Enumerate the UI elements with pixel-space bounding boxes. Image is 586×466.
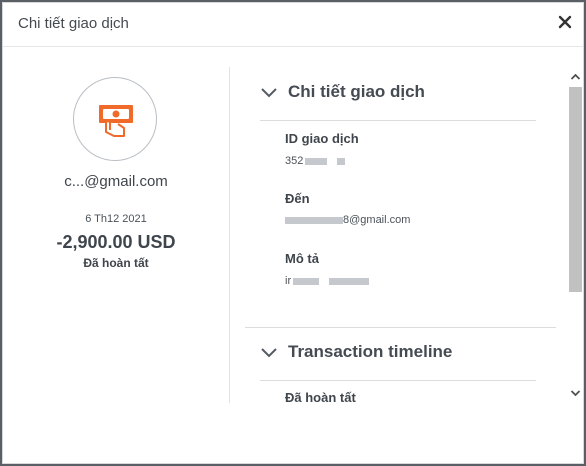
timeline-status: Đã hoàn tất [285,390,356,403]
dialog-header: Chi tiết giao dịch [3,3,583,47]
transaction-status: Đã hoàn tất [83,256,149,270]
details-scroll-area: Chi tiết giao dịch ID giao dịch 352 Đến … [230,67,568,403]
timeline-section-heading: Transaction timeline [288,342,453,361]
transaction-id-label: ID giao dịch [285,131,359,146]
details-section-heading: Chi tiết giao dịch [288,82,425,101]
transaction-amount: -2,900.00 USD [56,232,176,252]
section-divider [260,380,536,381]
transaction-id-value: 352 [285,155,346,167]
transaction-detail-dialog: Chi tiết giao dịch c...@gmail.com 6 Th12… [2,2,584,464]
recipient-label: Đến [285,191,310,206]
scrollbar-thumb[interactable] [569,87,582,292]
vertical-scrollbar[interactable] [568,67,583,403]
payment-avatar [73,77,157,161]
cash-payment-icon [99,105,133,137]
recipient-value: 8@gmail.com [285,214,410,226]
scroll-down-icon[interactable] [570,387,581,399]
chevron-down-icon [261,88,277,98]
description-label: Mô tả [285,251,319,266]
close-icon [558,15,572,29]
section-divider [260,120,536,121]
section-divider [245,327,556,328]
chevron-down-icon [261,348,277,358]
dialog-title: Chi tiết giao dịch [18,15,129,32]
scroll-up-icon[interactable] [570,71,581,83]
transaction-summary: c...@gmail.com 6 Th12 2021 -2,900.00 USD… [3,47,229,403]
description-value: ir [285,275,370,287]
counterparty-email: c...@gmail.com [64,173,168,190]
close-button[interactable] [557,14,573,30]
transaction-date: 6 Th12 2021 [85,213,147,225]
